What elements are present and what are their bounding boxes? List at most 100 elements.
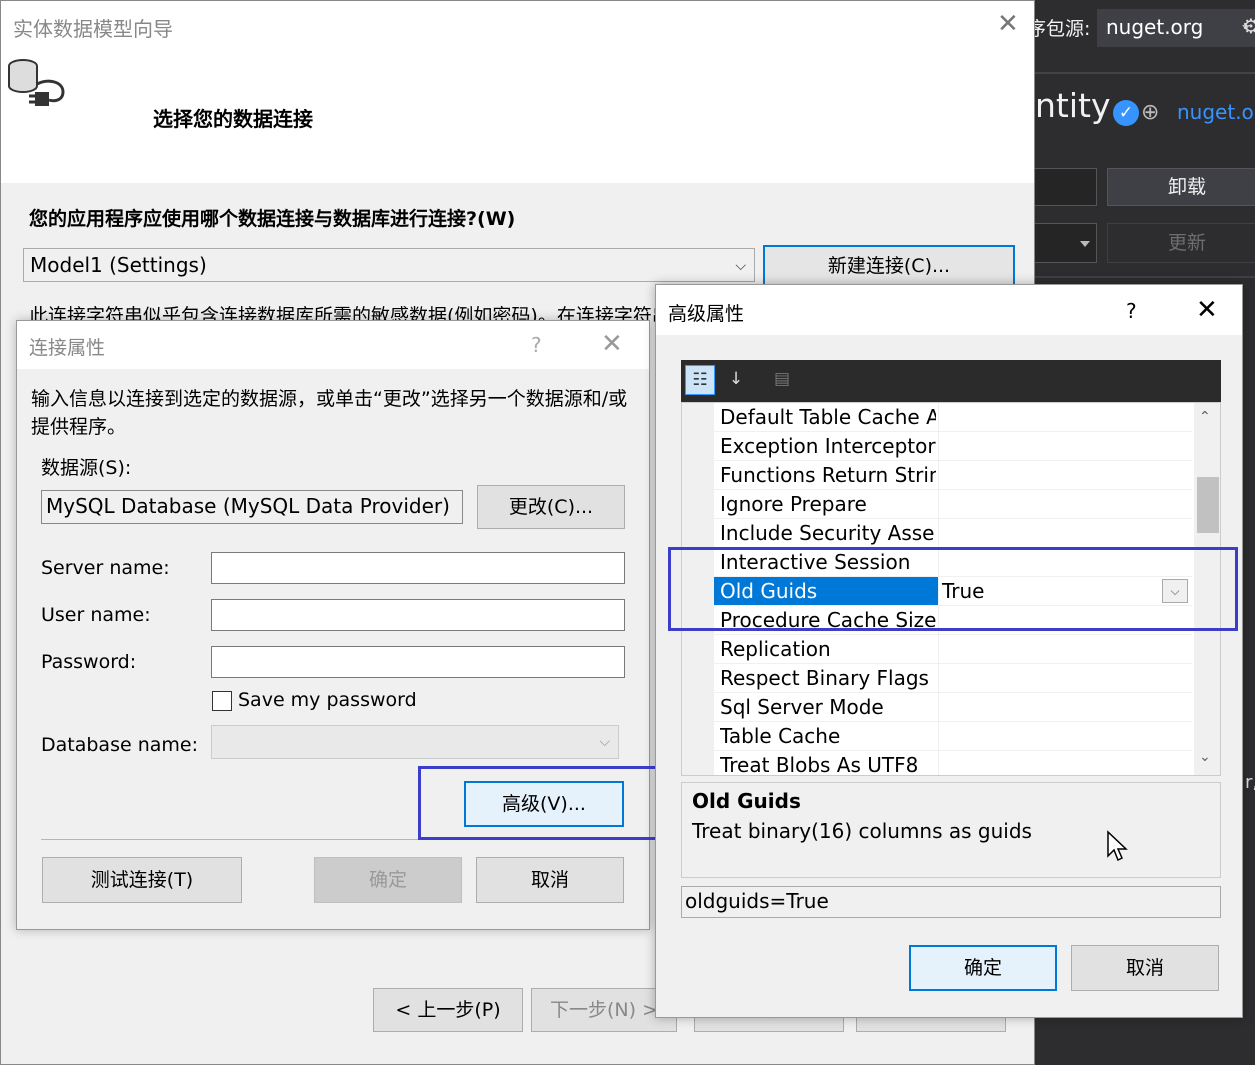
advprops-title: 高级属性 [668,303,745,325]
password-label: Password: [41,651,137,673]
update-button[interactable]: 更新 [1107,223,1255,263]
property-name: Functions Return String [720,463,936,487]
property-name: Table Cache [720,724,841,748]
database-name-select[interactable]: ⌵ [211,725,619,759]
chevron-down-icon [1080,241,1090,247]
package-source-select[interactable]: nuget.org [1097,9,1255,47]
property-grid-toolbar: ☷ ↓ ▤ [681,360,1221,402]
close-icon[interactable]: ✕ [1196,295,1218,325]
property-name: Ignore Prepare [720,492,867,516]
property-row[interactable]: Replication [714,635,1192,664]
package-source-label: 序包源: [1027,18,1091,40]
help-icon[interactable]: ? [531,333,542,357]
datasource-field: MySQL Database (MySQL Data Provider) [41,490,463,524]
property-row[interactable]: Functions Return String [714,461,1192,490]
advprops-titlebar: 高级属性 ? ✕ [656,285,1242,335]
back-button[interactable]: < 上一步(P) [373,988,523,1032]
wizard-title: 实体数据模型向导 [13,17,173,41]
database-name-label: Database name: [41,734,198,756]
column-divider [938,403,939,432]
version-select[interactable] [1035,223,1097,263]
property-name: Replication [720,637,831,661]
new-connection-button[interactable]: 新建连接(C)... [763,245,1015,287]
server-name-input[interactable] [211,552,625,584]
column-divider [938,751,939,775]
advprops-cancel-button[interactable]: 取消 [1071,945,1219,991]
column-divider [938,432,939,461]
column-divider [938,490,939,519]
scroll-thumb[interactable] [1197,477,1219,533]
column-divider [938,664,939,693]
annotation-box-old-guids [668,547,1238,631]
property-name: Default Table Cache Ag [720,405,936,429]
property-row[interactable]: Sql Server Mode [714,693,1192,722]
connprops-description: 输入信息以连接到选定的数据源，或单击“更改”选择另一个数据源和/或提供程序。 [31,388,628,438]
test-connection-button[interactable]: 测试连接(T) [42,857,242,903]
column-divider [938,461,939,490]
property-name: Sql Server Mode [720,695,884,719]
database-plug-icon [8,59,65,106]
property-description-title: Old Guids [692,789,801,813]
chevron-down-icon: ⌵ [599,734,610,750]
uninstall-button[interactable]: 卸载 [1107,168,1255,206]
globe-icon: ⊕ [1141,100,1160,125]
connection-select[interactable]: Model1 (Settings) ⌵ [23,248,755,282]
connprops-titlebar: 连接属性 ? ✕ [17,321,649,369]
property-name: Include Security Asserts [720,521,936,545]
gear-icon[interactable]: ⚙ [1242,14,1255,36]
package-source-value: nuget.org [1106,15,1204,39]
property-description-panel: Old Guids Treat binary(16) columns as gu… [681,782,1221,878]
column-divider [938,635,939,664]
property-name: Respect Binary Flags [720,666,929,690]
connection-select-value: Model1 (Settings) [30,253,207,277]
property-row[interactable]: Default Table Cache Ag [714,403,1192,432]
advprops-ok-button[interactable]: 确定 [909,945,1057,991]
column-divider [938,519,939,548]
change-datasource-button[interactable]: 更改(C)... [477,485,625,529]
installed-version-field [1035,168,1097,206]
scroll-down-icon[interactable]: ⌄ [1199,749,1211,765]
step-title: 选择您的数据连接 [153,107,313,131]
column-divider [938,722,939,751]
connprops-cancel-button[interactable]: 取消 [476,857,624,903]
property-row[interactable]: Respect Binary Flags [714,664,1192,693]
user-name-input[interactable] [211,599,625,631]
mouse-cursor-icon [1107,830,1128,862]
connection-question: 您的应用程序应使用哪个数据连接与数据库进行连接?(W) [29,208,516,230]
chevron-down-icon: ⌵ [735,258,746,274]
close-icon[interactable]: ✕ [997,9,1019,39]
property-row[interactable]: Ignore Prepare [714,490,1192,519]
scroll-up-icon[interactable]: ⌃ [1199,409,1211,425]
datasource-label: 数据源(S): [41,457,132,479]
categorized-icon[interactable]: ☷ [685,365,715,395]
property-pages-icon[interactable]: ▤ [767,365,797,395]
advanced-properties-dialog: 高级属性 ? ✕ ☷ ↓ ▤ Default Table Cache Ag Exc… [655,284,1243,1018]
connprops-ok-button[interactable]: 确定 [314,857,462,903]
property-name: Exception Interceptors [720,434,936,458]
property-row[interactable]: Treat Blobs As UTF8 [714,751,1192,776]
verified-check-icon: ✓ [1113,100,1139,126]
property-row[interactable]: Table Cache [714,722,1192,751]
connection-string-field[interactable]: oldguids=True [681,886,1221,918]
server-name-label: Server name: [41,557,170,579]
property-row[interactable]: Include Security Asserts [714,519,1192,548]
annotation-box-advanced [418,766,688,840]
nuget-link[interactable]: nuget.or [1177,100,1255,124]
help-icon[interactable]: ? [1126,299,1137,323]
save-password-checkbox[interactable] [212,691,232,711]
text-fragment: r, [1245,772,1255,793]
column-divider [938,693,939,722]
sort-alpha-icon[interactable]: ↓ [721,365,751,395]
close-icon[interactable]: ✕ [601,329,623,359]
wizard-titlebar: 实体数据模型向导 ✕ [1,1,1034,53]
property-row[interactable]: Exception Interceptors [714,432,1192,461]
save-password-label: Save my password [238,689,417,711]
property-name: Treat Blobs As UTF8 [720,753,919,776]
user-name-label: User name: [41,604,151,626]
divider [1035,72,1255,74]
connprops-title: 连接属性 [29,337,106,359]
divider [1035,276,1255,278]
property-description-text: Treat binary(16) columns as guids [692,819,1032,843]
package-title: ntity [1035,86,1111,125]
password-input[interactable] [211,646,625,678]
